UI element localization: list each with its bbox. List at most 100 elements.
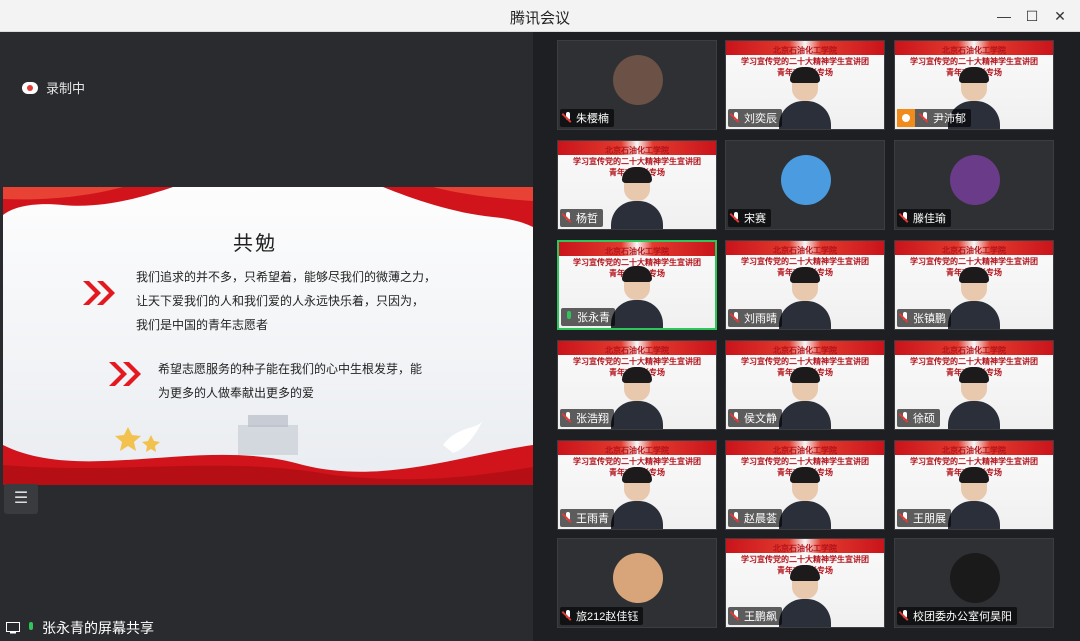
recording-indicator[interactable]: 录制中 (22, 78, 85, 97)
participant-tile[interactable]: 北京石油化工学院学习宣传党的二十大精神学生宣讲团青年志愿者专场赵晨荟 (725, 440, 885, 530)
participant-tile[interactable]: 北京石油化工学院学习宣传党的二十大精神学生宣讲团青年志愿者专场张永青 (557, 240, 717, 330)
avatar (781, 155, 831, 205)
shared-screen-area: 录制中 共勉 我们追求的并不多，只希望着，能够尽我们的微薄之力， 让天下爱我们的… (0, 32, 533, 641)
banner-line-1: 北京石油化工学院 (942, 345, 1006, 355)
banner-line-1: 北京石油化工学院 (773, 45, 837, 55)
banner-line-2: 学习宣传党的二十大精神学生宣讲团 (910, 56, 1038, 66)
mic-muted-icon (900, 412, 910, 424)
participant-tile[interactable]: 北京石油化工学院学习宣传党的二十大精神学生宣讲团青年志愿者专场侯文静 (725, 340, 885, 430)
participant-video-figure (611, 266, 663, 328)
participant-video-figure (779, 565, 831, 627)
banner-line-2: 学习宣传党的二十大精神学生宣讲团 (741, 56, 869, 66)
banner-line-1: 北京石油化工学院 (773, 543, 837, 553)
banner-line-1: 北京石油化工学院 (605, 445, 669, 455)
banner-line-2: 学习宣传党的二十大精神学生宣讲团 (741, 356, 869, 366)
participant-nametag: 刘奕辰 (728, 109, 782, 127)
participant-video-figure (948, 367, 1000, 429)
record-icon (22, 81, 38, 94)
mic-muted-icon (731, 412, 741, 424)
participant-nametag: 旅212赵佳钰 (560, 607, 644, 625)
participant-tile[interactable]: 北京石油化工学院学习宣传党的二十大精神学生宣讲团青年志愿者专场徐硕 (894, 340, 1054, 430)
participant-nametag: 刘雨晴 (728, 309, 782, 327)
participant-nametag: 徐硕 (897, 409, 940, 427)
participant-tile[interactable]: 北京石油化工学院学习宣传党的二十大精神学生宣讲团青年志愿者专场张镇鹏 (894, 240, 1054, 330)
participant-tile[interactable]: 朱樱楠 (557, 40, 717, 130)
banner-line-2: 学习宣传党的二十大精神学生宣讲团 (741, 554, 869, 564)
banner-line-2: 学习宣传党的二十大精神学生宣讲团 (741, 456, 869, 466)
double-chevron-icon (83, 281, 115, 305)
participant-name: 刘雨晴 (744, 313, 777, 325)
participant-nametag: 宋赛 (728, 209, 771, 227)
avatar (613, 55, 663, 105)
mic-muted-icon (563, 412, 573, 424)
slide-paragraph-2: 希望志愿服务的种子能在我们的心中生根发芽，能 为更多的人做奉献出更多的爱 (158, 362, 423, 400)
banner-line-2: 学习宣传党的二十大精神学生宣讲团 (573, 456, 701, 466)
participant-tile[interactable]: 校团委办公室何昊阳 (894, 538, 1054, 628)
mic-muted-icon (900, 212, 910, 224)
banner-line-2: 学习宣传党的二十大精神学生宣讲团 (573, 356, 701, 366)
banner-line-1: 北京石油化工学院 (605, 145, 669, 155)
banner-line-2: 学习宣传党的二十大精神学生宣讲团 (741, 256, 869, 266)
participant-nametag: 赵晨荟 (728, 509, 782, 527)
participant-nametag: 张永青 (561, 308, 615, 326)
mic-muted-icon (563, 212, 573, 224)
participant-tile[interactable]: 北京石油化工学院学习宣传党的二十大精神学生宣讲团青年志愿者专场王雨青 (557, 440, 717, 530)
participant-tile[interactable]: 滕佳瑜 (894, 140, 1054, 230)
mic-muted-icon (900, 512, 910, 524)
participant-name: 杨哲 (576, 213, 598, 225)
participant-nametag: 王鹏飙 (728, 607, 782, 625)
participant-video-figure (948, 467, 1000, 529)
banner-line-2: 学习宣传党的二十大精神学生宣讲团 (910, 256, 1038, 266)
participant-name: 尹沛郁 (933, 113, 966, 125)
mic-muted-icon (900, 312, 910, 324)
banner-line-1: 北京石油化工学院 (942, 245, 1006, 255)
participant-nametag: 滕佳瑜 (897, 209, 951, 227)
participant-video-figure (611, 467, 663, 529)
maximize-button[interactable]: ☐ (1020, 4, 1044, 28)
participant-tile[interactable]: 宋赛 (725, 140, 885, 230)
participant-tile[interactable]: 北京石油化工学院学习宣传党的二十大精神学生宣讲团青年志愿者专场王鹏飙 (725, 538, 885, 628)
participant-tile[interactable]: 北京石油化工学院学习宣传党的二十大精神学生宣讲团青年志愿者专场王朋展 (894, 440, 1054, 530)
participant-nametag: 校团委办公室何昊阳 (897, 607, 1017, 625)
close-button[interactable]: ✕ (1048, 4, 1072, 28)
mic-muted-icon (563, 112, 573, 124)
participant-name: 张镇鹏 (913, 313, 946, 325)
participant-video-figure (611, 167, 663, 229)
participant-video-figure (779, 467, 831, 529)
participant-video-figure (779, 267, 831, 329)
presentation-slide: 共勉 我们追求的并不多，只希望着，能够尽我们的微薄之力， 让天下爱我们的人和我们… (3, 187, 533, 485)
minimize-button[interactable]: — (992, 4, 1016, 28)
participant-tile[interactable]: 北京石油化工学院学习宣传党的二十大精神学生宣讲团青年志愿者专场张浩翔 (557, 340, 717, 430)
participant-tile[interactable]: 北京石油化工学院学习宣传党的二十大精神学生宣讲团青年志愿者专场刘雨晴 (725, 240, 885, 330)
mic-muted-icon (731, 112, 741, 124)
title-bar: 腾讯会议 — ☐ ✕ (0, 0, 1080, 32)
mic-muted-icon (731, 312, 741, 324)
participant-nametag: 王雨青 (560, 509, 614, 527)
list-menu-button[interactable]: ☰ (4, 484, 38, 514)
participant-tile[interactable]: 北京石油化工学院学习宣传党的二十大精神学生宣讲团青年志愿者专场杨哲 (557, 140, 717, 230)
participant-video-figure (948, 267, 1000, 329)
mic-muted-icon (920, 112, 930, 124)
mic-on-icon (26, 622, 36, 634)
red-ribbon-bottom (3, 415, 533, 485)
participant-tile[interactable]: 北京石油化工学院学习宣传党的二十大精神学生宣讲团青年志愿者专场尹沛郁 (894, 40, 1054, 130)
participant-name: 王朋展 (913, 513, 946, 525)
participant-name: 刘奕辰 (744, 113, 777, 125)
participant-name: 侯文静 (744, 413, 777, 425)
participant-nametag: 杨哲 (560, 209, 603, 227)
mic-muted-icon (731, 610, 741, 622)
mic-on-icon (564, 311, 574, 323)
participant-name: 王鹏飙 (744, 611, 777, 623)
participant-tile[interactable]: 旅212赵佳钰 (557, 538, 717, 628)
banner-line-1: 北京石油化工学院 (605, 246, 669, 256)
participant-nametag: 朱樱楠 (560, 109, 614, 127)
participant-name: 滕佳瑜 (913, 213, 946, 225)
participant-tile[interactable]: 北京石油化工学院学习宣传党的二十大精神学生宣讲团青年志愿者专场刘奕辰 (725, 40, 885, 130)
banner-line-2: 学习宣传党的二十大精神学生宣讲团 (910, 356, 1038, 366)
screen-share-indicator: 张永青的屏幕共享 (0, 615, 160, 641)
double-chevron-icon-2 (109, 362, 141, 386)
participant-name: 旅212赵佳钰 (576, 611, 639, 623)
banner-line-2: 学习宣传党的二十大精神学生宣讲团 (910, 456, 1038, 466)
participant-video-figure (779, 67, 831, 129)
participant-name: 王雨青 (576, 513, 609, 525)
